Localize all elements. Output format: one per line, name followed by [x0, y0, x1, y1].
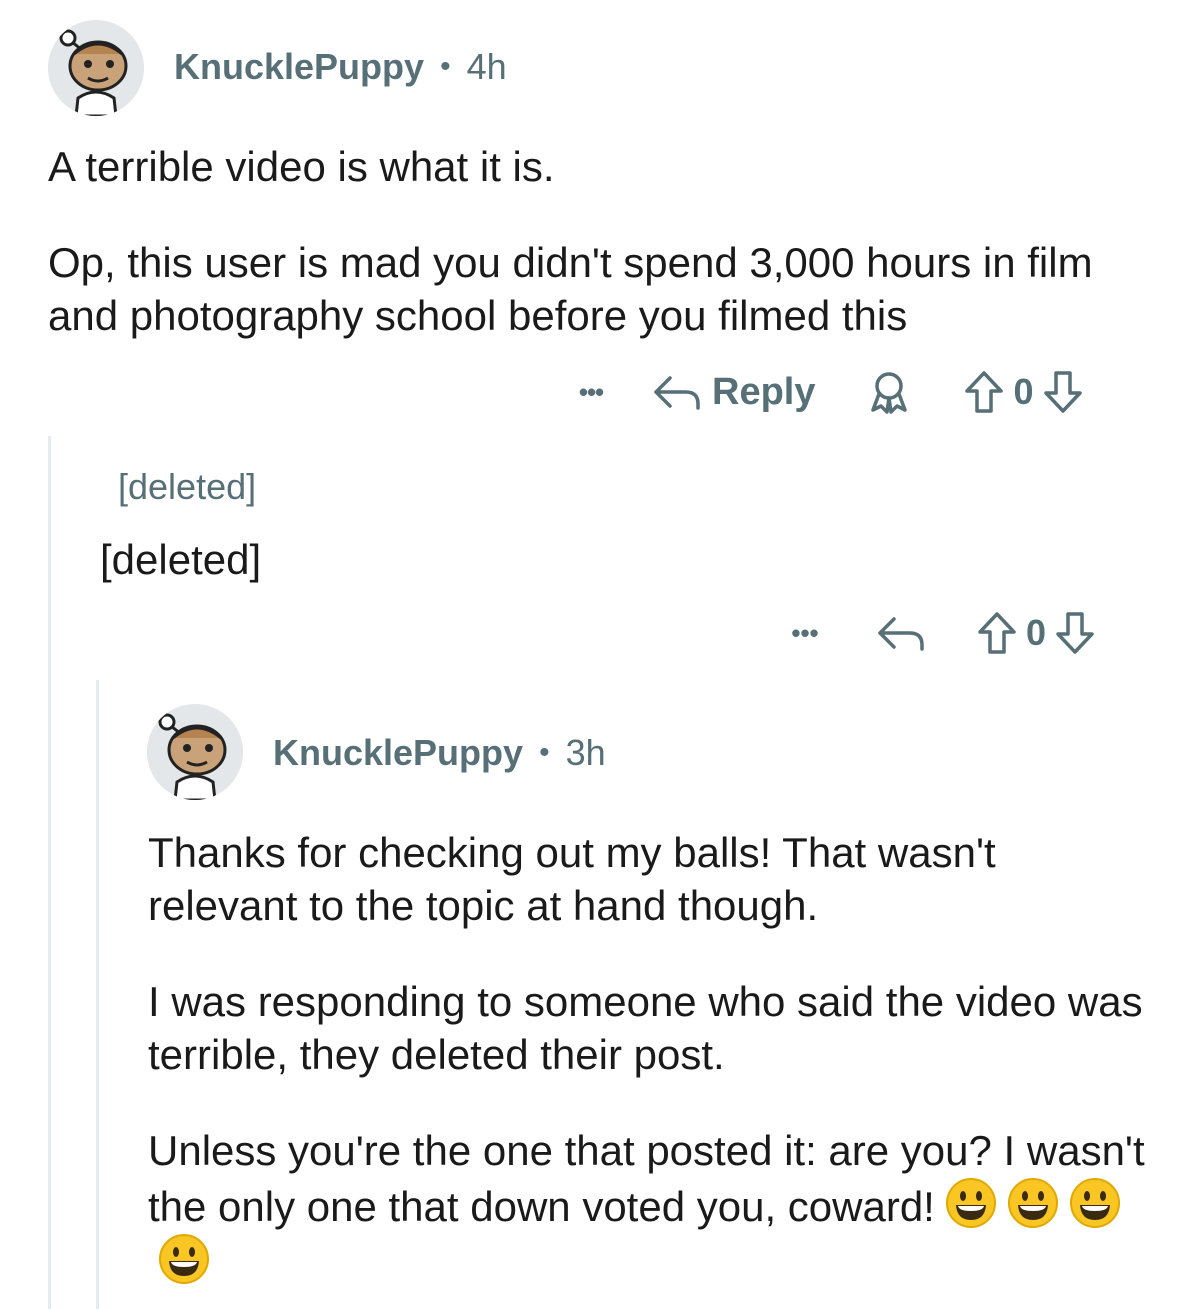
reply-arrow-icon: [878, 617, 924, 651]
thread-line[interactable]: [48, 436, 51, 1309]
upvote-arrow-icon[interactable]: [976, 610, 1018, 656]
username[interactable]: KnucklePuppy: [273, 732, 523, 774]
more-options-button[interactable]: •••: [780, 608, 830, 658]
reply-button[interactable]: Reply: [652, 371, 815, 414]
comment-paragraph: A terrible video is what it is.: [48, 143, 555, 190]
downvote-arrow-icon[interactable]: [1042, 369, 1084, 415]
reply-button[interactable]: [876, 613, 926, 653]
separator: •: [539, 736, 550, 769]
username[interactable]: KnucklePuppy: [174, 46, 424, 88]
grinning-face-icon: [1007, 1178, 1058, 1228]
separator: •: [440, 50, 451, 83]
vote-controls: 0: [963, 369, 1083, 415]
comment-age: 4h: [466, 46, 507, 87]
comment-body: A terrible video is what it is. Op, this…: [48, 140, 1148, 342]
comment-meta: KnucklePuppy • 3h: [273, 732, 606, 774]
grinning-face-icon: [945, 1178, 996, 1228]
award-icon: [871, 372, 908, 414]
comment-paragraph: Thanks for checking out my balls! That w…: [148, 829, 996, 929]
comment-paragraph: Unless you're the one that posted it: ar…: [148, 1124, 1148, 1289]
ellipsis-icon: •••: [578, 376, 604, 407]
avatar[interactable]: [48, 20, 144, 116]
comment-paragraph: I was responding to someone who said the…: [148, 978, 1143, 1078]
reply-arrow-icon: [654, 376, 700, 410]
more-options-button[interactable]: •••: [560, 364, 622, 420]
grinning-face-icon: [159, 1234, 209, 1284]
reply-label: Reply: [712, 370, 816, 413]
comment-actions: ••• Reply 0: [560, 364, 1084, 420]
deleted-body: [deleted]: [100, 536, 262, 583]
vote-count: 0: [1013, 371, 1034, 412]
vote-count: 0: [1026, 612, 1047, 653]
vote-controls: 0: [976, 610, 1096, 656]
downvote-arrow-icon[interactable]: [1054, 610, 1096, 656]
grinning-face-icon: [1069, 1178, 1120, 1228]
comment-meta: KnucklePuppy • 4h: [174, 46, 507, 88]
avatar[interactable]: [147, 704, 243, 800]
upvote-arrow-icon[interactable]: [963, 369, 1005, 415]
deleted-username: [deleted]: [118, 466, 257, 507]
comment-paragraph: Op, this user is mad you didn't spend 3,…: [48, 239, 1093, 339]
ellipsis-icon: •••: [791, 617, 819, 648]
thread-line[interactable]: [96, 680, 99, 1309]
comment-age: 3h: [565, 732, 606, 773]
award-button[interactable]: [865, 368, 913, 416]
comment-actions: ••• 0: [780, 608, 1096, 658]
comment-body: Thanks for checking out my balls! That w…: [148, 826, 1148, 1289]
